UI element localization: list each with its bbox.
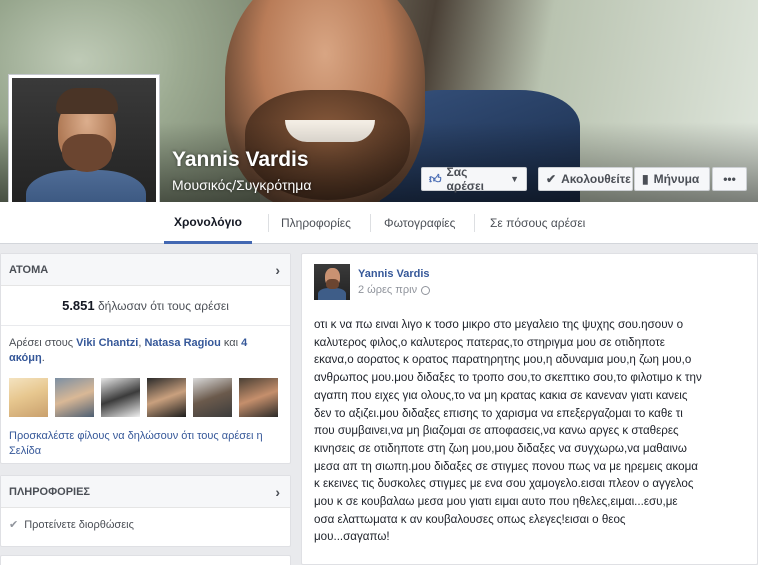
post-line: αγαπη που ειχες για ολους,το να μη κρατα… (314, 388, 688, 402)
tab-likes[interactable]: Σε πόσους αρέσει (480, 202, 595, 244)
post-line: μεσα απ τη σιωπη.μου διδαξες σε στιγμες … (314, 459, 698, 473)
tab-divider (370, 214, 371, 232)
likes-number: 5.851 (62, 298, 95, 313)
more-options-button[interactable]: ••• (712, 167, 747, 191)
post-timestamp[interactable]: 2 ώρες πριν (358, 284, 431, 296)
people-card-title: ΑΤΟΜΑ (9, 263, 49, 276)
timeline-post: Yannis Vardis 2 ώρες πριν οτι κ να πω ει… (301, 253, 758, 565)
likes-count[interactable]: 5.851 δήλωσαν ότι τους αρέσει (1, 286, 290, 326)
friends-prefix: Αρέσει στους (9, 337, 77, 349)
avatar[interactable] (55, 378, 94, 417)
avatar[interactable] (193, 378, 232, 417)
tab-divider (268, 214, 269, 232)
tab-photos[interactable]: Φωτογραφίες (374, 202, 465, 244)
post-line: εκανα,ο αορατος κ ορατος παρατηρητης μου… (314, 353, 692, 367)
post-line: ανθρωπος μου.μου διδαξες το τροπο σου,το… (314, 371, 702, 385)
chevron-down-icon: ▼ (510, 174, 519, 184)
post-line: οσα ελαττωματα κ αν κουβαλουσες οπως ελε… (314, 512, 626, 526)
more-icon: ••• (723, 172, 736, 186)
like-button[interactable]: 👍︎ Σας αρέσει ▼ (421, 165, 527, 193)
friends-who-like: Αρέσει στους Viki Chantzi, Natasa Ragiou… (1, 326, 290, 372)
avatar[interactable] (147, 378, 186, 417)
message-icon: ▮ (642, 172, 649, 186)
post-line: κ εκεινες τις δυσκολες στιγμες με ενα σο… (314, 477, 694, 491)
message-button-label: Μήνυμα (653, 172, 700, 186)
post-line: μου...σαγαπω! (314, 530, 390, 544)
post-line: μου κ σε κουβαλαω μεσα μου γιατι ειμαι α… (314, 495, 678, 509)
post-line: οτι κ να πω ειναι λιγο κ τοσο μικρο στο … (314, 318, 684, 331)
suggest-edits-link[interactable]: ✔ Προτείνετε διορθώσεις (1, 508, 290, 541)
avatar[interactable] (101, 378, 140, 417)
invite-friends-link[interactable]: Προσκαλέστε φίλους να δηλώσουν ότι τους … (1, 423, 290, 469)
post-time-text: 2 ώρες πριν (358, 284, 418, 296)
post-line: κινησεις σε οτιδηποτε στη ζωη μου,μου δι… (314, 441, 687, 455)
page-category: Μουσικός/Συγκρότημα (172, 177, 312, 193)
chevron-right-icon: › (275, 261, 280, 278)
friend-link[interactable]: Natasa Ragiou (144, 337, 220, 349)
pic-hair (56, 88, 118, 114)
next-card (0, 555, 291, 565)
avatar-beard (326, 279, 339, 289)
post-line: καλυτερος φιλος,ο καλυτερος πατερας,το σ… (314, 335, 665, 349)
friends-and: και (220, 337, 242, 349)
chevron-right-icon: › (275, 483, 280, 500)
follow-button-label: Ακολουθείτε (561, 172, 631, 186)
info-card: ΠΛΗΡΟΦΟΡΙΕΣ › ✔ Προτείνετε διορθώσεις (0, 475, 291, 547)
page-name[interactable]: Yannis Vardis (172, 148, 309, 172)
checkmark-icon: ✔ (546, 172, 557, 186)
tab-timeline[interactable]: Χρονολόγιο (164, 202, 252, 244)
avatar[interactable] (239, 378, 278, 417)
post-author-name[interactable]: Yannis Vardis (358, 268, 430, 280)
tab-divider (474, 214, 475, 232)
tab-about[interactable]: Πληροφορίες (271, 202, 361, 244)
friends-end: . (41, 352, 45, 364)
pic-beard (62, 134, 112, 172)
likes-suffix: δήλωσαν ότι τους αρέσει (94, 299, 229, 313)
people-card-header[interactable]: ΑΤΟΜΑ › (1, 254, 290, 286)
checkmark-icon: ✔ (9, 519, 19, 531)
profile-picture-image (12, 78, 156, 222)
thumbs-up-icon: 👍︎ (429, 171, 442, 186)
message-button[interactable]: ▮ Μήνυμα (634, 167, 710, 191)
page-tabs: Χρονολόγιο Πληροφορίες Φωτογραφίες Σε πό… (0, 202, 758, 244)
follow-button[interactable]: ✔ Ακολουθείτε (538, 167, 633, 191)
like-button-label: Σας αρέσει (446, 165, 484, 193)
post-line: δεν το αξιζει.μου διδαξες επισης το χαρι… (314, 406, 683, 420)
friend-avatars (1, 372, 290, 423)
avatar[interactable] (9, 378, 48, 417)
post-line: που συμβαινει,να μη βιαζομαι σε αποφασει… (314, 424, 679, 438)
info-card-title: ΠΛΗΡΟΦΟΡΙΕΣ (9, 485, 91, 498)
suggest-edits-label: Προτείνετε διορθώσεις (24, 518, 134, 531)
info-card-header[interactable]: ΠΛΗΡΟΦΟΡΙΕΣ › (1, 476, 290, 508)
post-author-avatar[interactable] (314, 264, 350, 300)
avatar-body (318, 288, 346, 300)
globe-icon (421, 285, 431, 295)
friend-link[interactable]: Viki Chantzi (76, 337, 138, 349)
post-body: οτι κ να πω ειναι λιγο κ τοσο μικρο στο … (314, 316, 754, 546)
people-card: ΑΤΟΜΑ › 5.851 δήλωσαν ότι τους αρέσει Αρ… (0, 253, 291, 464)
